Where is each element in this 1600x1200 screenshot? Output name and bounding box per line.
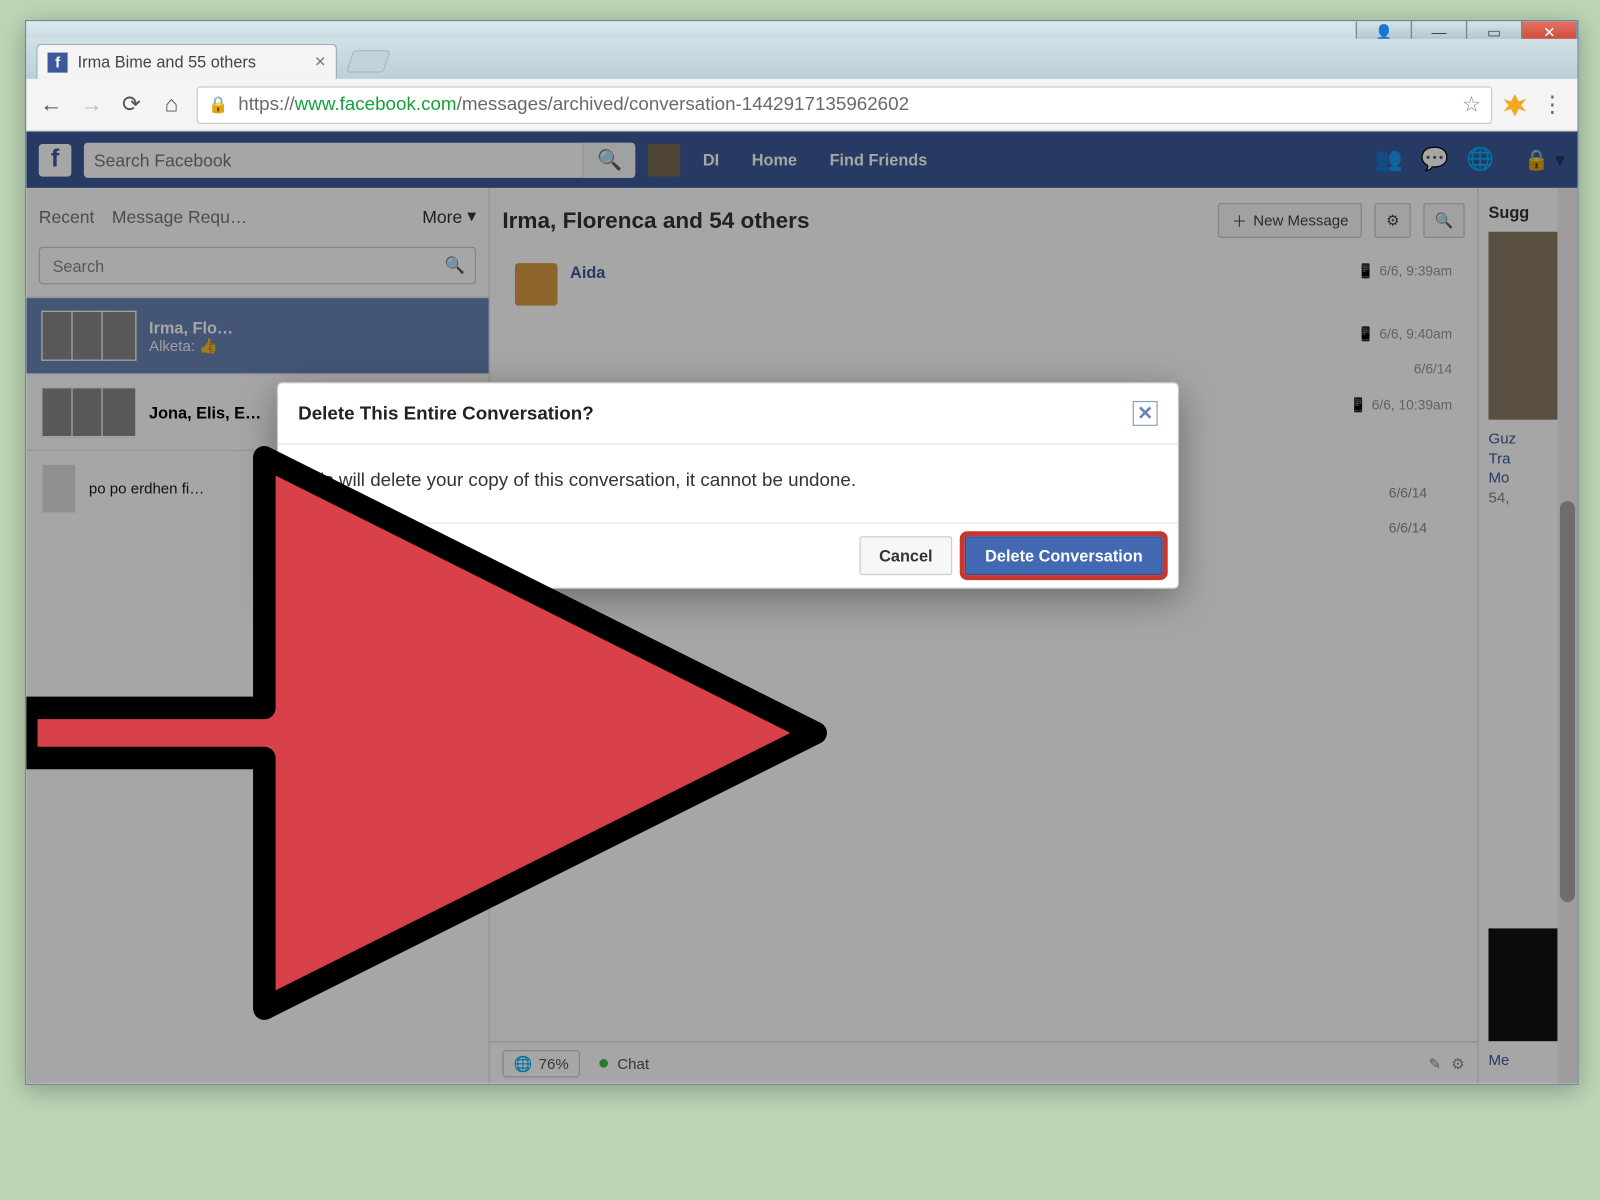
tab-close-icon[interactable]: × xyxy=(315,51,326,72)
home-button[interactable]: ⌂ xyxy=(157,90,187,120)
tab-strip: f Irma Bime and 55 others × xyxy=(26,39,1577,79)
new-tab-button[interactable] xyxy=(346,50,391,73)
forward-button[interactable]: → xyxy=(76,90,106,120)
back-button[interactable]: ← xyxy=(36,90,66,120)
url-domain: www.facebook.com xyxy=(295,94,457,115)
bookmark-star-icon[interactable]: ☆ xyxy=(1462,92,1481,117)
cancel-button[interactable]: Cancel xyxy=(859,536,953,575)
browser-toolbar: ← → ⟳ ⌂ 🔒 https:// www.facebook.com /mes… xyxy=(26,79,1577,132)
page-viewport: f 🔍 DI Home Find Friends 👥 💬 🌐 🔒 ▾ xyxy=(26,132,1577,1084)
reload-button[interactable]: ⟳ xyxy=(116,90,146,120)
delete-conversation-button[interactable]: Delete Conversation xyxy=(965,536,1163,575)
dialog-body: This will delete your copy of this conve… xyxy=(278,445,1178,522)
address-bar[interactable]: 🔒 https:// www.facebook.com /messages/ar… xyxy=(197,86,1493,124)
browser-tab[interactable]: f Irma Bime and 55 others × xyxy=(36,44,337,79)
dialog-close-icon[interactable]: ✕ xyxy=(1133,401,1158,426)
delete-conversation-dialog: Delete This Entire Conversation? ✕ This … xyxy=(277,382,1179,588)
tab-title: Irma Bime and 55 others xyxy=(78,53,308,72)
chrome-menu-button[interactable]: ⋮ xyxy=(1537,90,1567,120)
extension-icon[interactable] xyxy=(1502,92,1527,117)
window-titlebar: 👤 — ▭ ✕ xyxy=(26,21,1577,39)
modal-backdrop xyxy=(26,132,1577,1084)
url-scheme: https:// xyxy=(238,94,294,115)
facebook-favicon-icon: f xyxy=(48,52,68,72)
lock-icon: 🔒 xyxy=(208,95,228,115)
dialog-title: Delete This Entire Conversation? xyxy=(298,403,594,424)
url-path: /messages/archived/conversation-14429171… xyxy=(457,94,909,115)
chrome-window: 👤 — ▭ ✕ f Irma Bime and 55 others × ← → … xyxy=(25,20,1579,1085)
